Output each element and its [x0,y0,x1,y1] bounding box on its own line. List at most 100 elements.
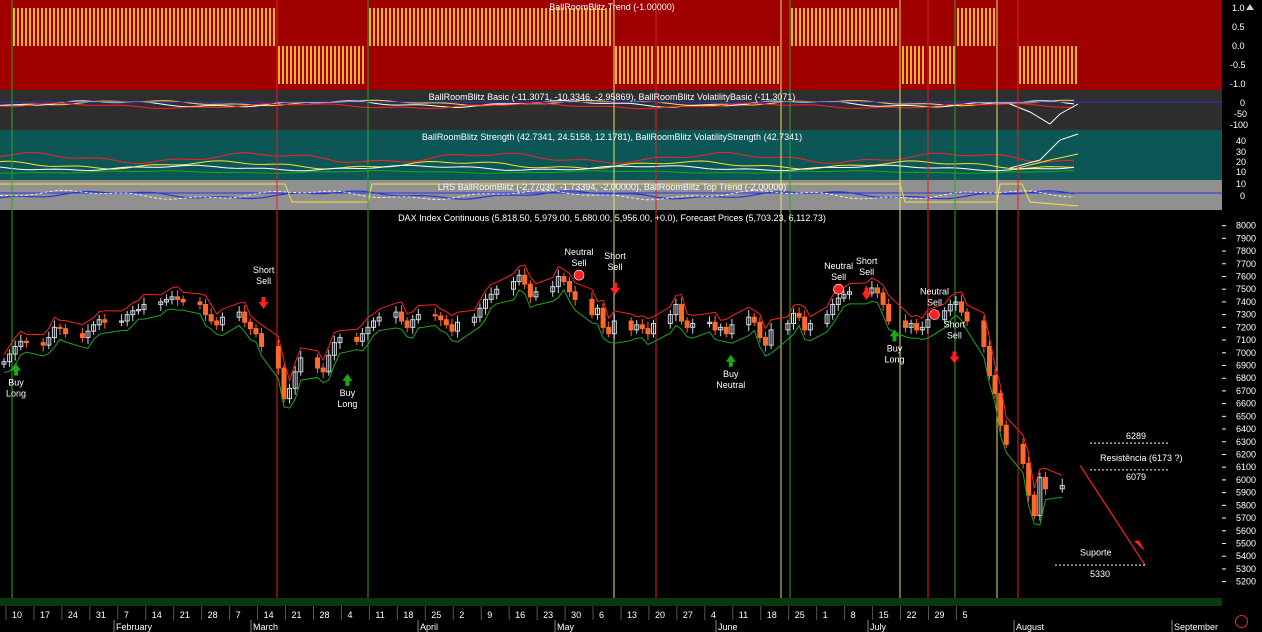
candle-body [253,328,259,335]
x-tick-label: 21 [292,610,302,620]
signal-label: Buy [340,388,356,398]
x-tick-label: 1 [823,610,828,620]
candle-body [1031,494,1037,517]
y-tick-label: 6300 [1236,437,1256,447]
strength-tick: 20 [1236,157,1246,167]
x-signal-strip [0,598,1222,606]
candle-body [796,312,802,318]
y-tick-label: 6700 [1236,386,1256,396]
candle-body [527,283,533,298]
candle-body [639,324,645,330]
candle-body [757,321,763,339]
x-tick-label: 7 [124,610,129,620]
signal-label: Neutral [716,380,745,390]
lrs-tick: 10 [1236,179,1246,189]
x-month-label: February [116,622,153,632]
candle-body [589,298,595,316]
x-tick-label: 31 [96,610,106,620]
x-tick-label: 28 [319,610,329,620]
lrs-tick: 0 [1240,191,1245,201]
signal-label: Buy [8,378,24,388]
candle-body [320,367,326,373]
candle-body [438,315,444,321]
candle-body [315,357,321,369]
candle-body [40,342,46,346]
signal-label: Neutral [920,287,949,297]
neutral-signal-icon [573,269,585,281]
x-month-label: March [253,622,278,632]
signal-label: Short [856,256,878,266]
trend-panel [0,0,1222,90]
x-tick-label: 27 [683,610,693,620]
x-tick-label: 28 [208,610,218,620]
x-tick-label: 13 [627,610,637,620]
strength-panel-title: BallRoomBlitz Strength (42.7341, 24.5158… [422,132,802,142]
signal-label: Short [944,319,966,329]
candle-body [567,281,573,293]
candle-body [561,275,567,283]
candle-body [404,320,410,328]
candle-body [449,324,455,332]
signal-label: Buy [887,343,903,353]
candle-body [247,321,253,330]
x-tick-label: 11 [375,610,384,620]
candle-body [242,311,248,323]
signal-label: Sell [947,330,962,340]
x-month-label: June [718,622,738,632]
y-tick-label: 5500 [1236,538,1256,548]
candle-body [751,316,757,323]
trend-tick: 0.5 [1232,22,1245,32]
x-tick-label: 17 [40,610,50,620]
candle-body [712,321,718,331]
x-tick-label: 4 [711,610,716,620]
candle-body [275,345,281,369]
x-tick-label: 6 [599,610,604,620]
strength-tick: 40 [1236,136,1246,146]
x-tick-label: 4 [347,610,352,620]
signal-label: Long [6,389,26,399]
candle-body [981,320,987,347]
level-label: Suporte [1080,547,1112,557]
basic-tick: 0 [1240,98,1245,108]
y-tick-label: 7600 [1236,271,1256,281]
trend-panel-title: BallRoomBlitz Trend (-1.00000) [549,2,675,12]
candle-body [1020,443,1026,464]
x-tick-label: 30 [571,610,581,620]
neutral-signal-icon [833,283,844,295]
signal-label: Sell [256,276,271,286]
y-tick-label: 6400 [1236,424,1256,434]
candle-body [208,314,214,322]
y-tick-label: 7700 [1236,259,1256,269]
trend-tick: -0.5 [1230,60,1246,70]
basic-panel-title: BallRoomBlitz Basic (-11.3071, -10.3346,… [429,92,796,102]
candle-body [645,328,651,335]
x-tick-label: 8 [851,610,856,620]
x-tick-label: 29 [934,610,944,620]
candle-body [628,320,634,331]
neutral-signal-icon [929,309,940,320]
x-tick-label: 14 [264,610,274,620]
y-tick-label: 7300 [1236,310,1256,320]
y-tick-label: 5900 [1236,488,1256,498]
x-tick-label: 2 [459,610,464,620]
candle-body [600,307,606,328]
trend-tick: 0.0 [1232,41,1245,51]
close-icon[interactable] [1235,615,1248,628]
candle-body [723,326,729,335]
y-tick-label: 8000 [1236,221,1256,231]
x-tick-label: 25 [795,610,805,620]
candle-body [522,274,528,285]
y-tick-label: 5600 [1236,526,1256,536]
candle-body [1042,476,1048,490]
level-label: 6079 [1126,472,1146,482]
y-tick-label: 7400 [1236,297,1256,307]
x-tick-label: 24 [68,610,78,620]
y-tick-label: 7100 [1236,335,1256,345]
chart-area: 6289Resistência (6173 ?)6079Suporte5330B… [0,0,1262,632]
candle-body [964,311,970,322]
scroll-up-icon[interactable] [1246,4,1254,10]
y-tick-label: 5800 [1236,500,1256,510]
x-tick-label: 18 [767,610,777,620]
x-tick-label: 25 [431,610,441,620]
level-label: 5330 [1090,569,1110,579]
